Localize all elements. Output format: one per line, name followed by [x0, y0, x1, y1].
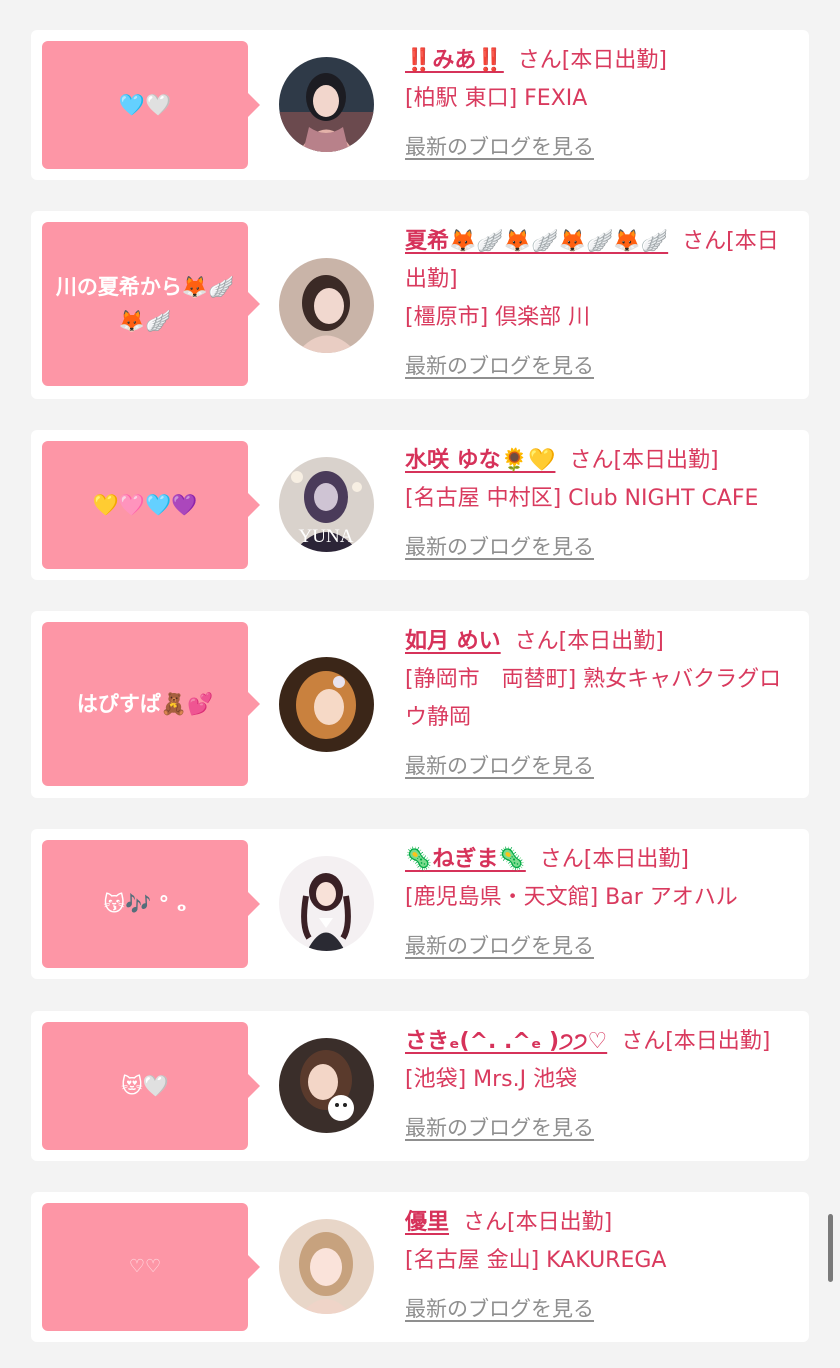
cast-card: 😽🎶 ° ₒ 🦠ねぎま🦠 さん[本日出勤] [鹿児島県・天文館] Bar アオハル…: [31, 829, 809, 979]
latest-blog-link[interactable]: 最新のブログを見る: [405, 1290, 797, 1328]
shop-label: [名古屋 金山] KAKUREGA: [405, 1248, 667, 1273]
message-bubble: ♡♡: [42, 1203, 260, 1331]
cast-info: 夏希🦊🪽🦊🪽🦊🪽🦊🪽 さん[本日出勤] [橿原市] 倶楽部 川 最新のブログを見る: [405, 223, 797, 385]
latest-blog-link[interactable]: 最新のブログを見る: [405, 1109, 797, 1147]
cast-status: さん[本日出勤]: [569, 448, 719, 473]
cast-info: 優里 さん[本日出勤] [名古屋 金山] KAKUREGA 最新のブログを見る: [405, 1204, 797, 1328]
cast-info: ‼️みあ‼️ さん[本日出勤] [柏駅 東口] FEXIA 最新のブログを見る: [405, 42, 797, 166]
message-bubble: 😻🤍: [42, 1022, 260, 1150]
latest-blog-link[interactable]: 最新のブログを見る: [405, 528, 797, 566]
message-bubble: 川の夏希から🦊🪽🦊🪽: [42, 222, 260, 386]
cast-status: さん[本日出勤]: [463, 1210, 613, 1235]
message-bubble: 😽🎶 ° ₒ: [42, 840, 260, 968]
cast-name-link[interactable]: 優里: [405, 1210, 449, 1235]
cast-info: 🦠ねぎま🦠 さん[本日出勤] [鹿児島県・天文館] Bar アオハル 最新のブログ…: [405, 841, 797, 965]
cast-name-link[interactable]: 夏希🦊🪽🦊🪽🦊🪽🦊🪽: [405, 229, 668, 254]
latest-blog-link[interactable]: 最新のブログを見る: [405, 927, 797, 965]
cast-info: さきₑ(^. .^ₑ )੭੭♡ さん[本日出勤] [池袋] Mrs.J 池袋 最新…: [405, 1023, 797, 1147]
shop-label: [鹿児島県・天文館] Bar アオハル: [405, 885, 738, 910]
cast-name-link[interactable]: 如月 めい: [405, 629, 501, 654]
cast-card: はぴすぱ🧸💕 如月 めい さん[本日出勤] [静岡市 両替町] 熟女キャバクラグロ…: [31, 611, 809, 798]
message-bubble: 🩵🤍: [42, 41, 260, 169]
avatar-caption: YUNA: [299, 526, 354, 547]
message-bubble: 💛🩷🩵💜: [42, 441, 260, 569]
avatar[interactable]: YUNA: [279, 457, 374, 552]
cast-name-link[interactable]: 🦠ねぎま🦠: [405, 847, 526, 872]
cast-card: 川の夏希から🦊🪽🦊🪽 夏希🦊🪽🦊🪽🦊🪽🦊🪽 さん[本日出勤] [橿原市] 倶楽部 …: [31, 211, 809, 399]
shop-label: [名古屋 中村区] Club NIGHT CAFE: [405, 486, 759, 511]
cast-status: さん[本日出勤]: [539, 847, 689, 872]
avatar[interactable]: [279, 57, 374, 152]
cast-status: さん[本日出勤]: [517, 48, 667, 73]
shop-label: [池袋] Mrs.J 池袋: [405, 1067, 578, 1092]
scrollbar[interactable]: [828, 1214, 833, 1282]
avatar[interactable]: [279, 1219, 374, 1314]
cast-name-link[interactable]: 水咲 ゆな🌻💛: [405, 448, 555, 473]
message-bubble: はぴすぱ🧸💕: [42, 622, 260, 786]
cast-card: 😻🤍 さきₑ(^. .^ₑ )੭੭♡ さん[本日出勤] [池袋] Mrs.J 池袋…: [31, 1011, 809, 1161]
shop-label: [橿原市] 倶楽部 川: [405, 305, 591, 330]
cast-card: 🩵🤍 ‼️みあ‼️ さん[本日出勤] [柏駅 東口] FEXIA 最新のブログを見…: [31, 30, 809, 180]
cast-info: 如月 めい さん[本日出勤] [静岡市 両替町] 熟女キャバクラグロウ静岡 最新の…: [405, 623, 797, 785]
avatar[interactable]: [279, 258, 374, 353]
latest-blog-link[interactable]: 最新のブログを見る: [405, 347, 797, 385]
latest-blog-link[interactable]: 最新のブログを見る: [405, 747, 797, 785]
shop-label: [静岡市 両替町] 熟女キャバクラグロウ静岡: [405, 667, 782, 730]
shop-label: [柏駅 東口] FEXIA: [405, 86, 588, 111]
latest-blog-link[interactable]: 最新のブログを見る: [405, 128, 797, 166]
cast-status: さん[本日出勤]: [514, 629, 664, 654]
avatar[interactable]: [279, 657, 374, 752]
cast-card: 💛🩷🩵💜 YUNA 水咲 ゆな🌻💛 さん[本日出勤] [名古屋 中村区] Club…: [31, 430, 809, 580]
cast-name-link[interactable]: ‼️みあ‼️: [405, 48, 504, 73]
cast-status: さん[本日出勤]: [621, 1029, 771, 1054]
avatar[interactable]: [279, 856, 374, 951]
cast-card: ♡♡ 優里 さん[本日出勤] [名古屋 金山] KAKUREGA 最新のブログを見…: [31, 1192, 809, 1342]
cast-info: 水咲 ゆな🌻💛 さん[本日出勤] [名古屋 中村区] Club NIGHT CAF…: [405, 442, 797, 566]
avatar[interactable]: [279, 1038, 374, 1133]
cast-name-link[interactable]: さきₑ(^. .^ₑ )੭੭♡: [405, 1029, 607, 1054]
